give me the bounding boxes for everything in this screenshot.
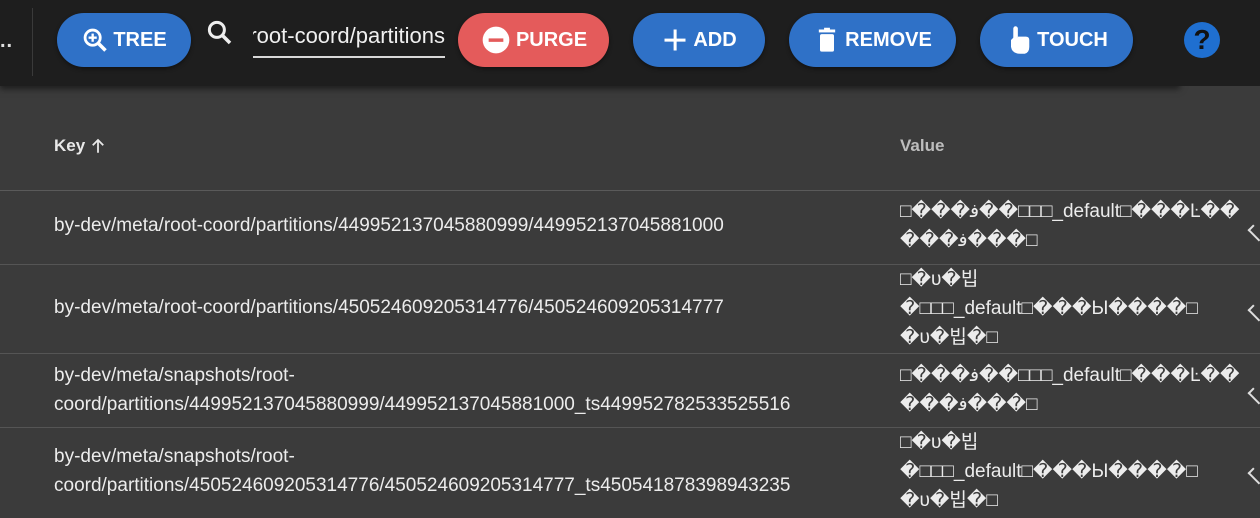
row-value: □�ᴜ�빕 �□□□_default□���Ы����□ �ᴜ�빕�□	[900, 269, 1198, 348]
table-row[interactable]: by-dev/meta/snapshots/root-coord/partiti…	[0, 354, 1260, 428]
table-header: Key Value	[0, 106, 1260, 191]
help-icon[interactable]: ?	[1184, 22, 1220, 58]
column-header-key[interactable]: Key	[54, 136, 107, 156]
plus-icon	[664, 29, 686, 51]
row-key: by-dev/meta/root-coord/partitions/450524…	[54, 297, 724, 318]
column-header-value[interactable]: Value	[900, 136, 944, 156]
trash-icon	[818, 27, 836, 52]
row-value: □�ᴜ�빕 �□□□_default□���Ы����□ �ᴜ�빕�□	[900, 432, 1198, 511]
toolbar: .. TREE PURGE ADD R	[0, 0, 1180, 86]
purge-button-label: PURGE	[515, 28, 588, 51]
tree-button[interactable]: TREE	[57, 13, 191, 67]
purge-button[interactable]: PURGE	[458, 13, 609, 67]
tree-button-label: TREE	[113, 28, 167, 51]
touch-button[interactable]: TOUCH	[980, 13, 1133, 67]
remove-button[interactable]: REMOVE	[789, 13, 956, 67]
column-header-key-label: Key	[54, 136, 86, 155]
zoom-in-icon	[84, 28, 108, 52]
table-row[interactable]: by-dev/meta/root-coord/partitions/450524…	[0, 265, 1260, 354]
touch-hand-icon	[1011, 26, 1030, 54]
add-button[interactable]: ADD	[633, 13, 765, 67]
data-table: Key Value by-dev/meta/root-coord/partiti…	[0, 106, 1260, 518]
row-value: □���ﻓ��□□□_default□���Ŀ�� ���ﻓ���□	[900, 201, 1240, 251]
table-row[interactable]: by-dev/meta/root-coord/partitions/449952…	[0, 191, 1260, 265]
overflow-dots[interactable]: ..	[0, 30, 13, 53]
arrow-up-icon	[92, 138, 105, 153]
search-input[interactable]	[253, 16, 445, 58]
touch-button-label: TOUCH	[1037, 28, 1108, 51]
row-key: by-dev/meta/snapshots/root-coord/partiti…	[54, 365, 791, 415]
search-icon	[207, 20, 232, 45]
row-key: by-dev/meta/snapshots/root-coord/partiti…	[54, 446, 791, 496]
row-value: □���ﻓ��□□□_default□���Ŀ�� ���ﻓ���□	[900, 365, 1240, 415]
toolbar-divider	[32, 8, 33, 76]
minus-circle-icon	[482, 26, 510, 54]
add-button-label: ADD	[693, 28, 737, 51]
table-row[interactable]: by-dev/meta/snapshots/root-coord/partiti…	[0, 428, 1260, 518]
row-key: by-dev/meta/root-coord/partitions/449952…	[54, 215, 724, 236]
remove-button-label: REMOVE	[845, 28, 932, 51]
